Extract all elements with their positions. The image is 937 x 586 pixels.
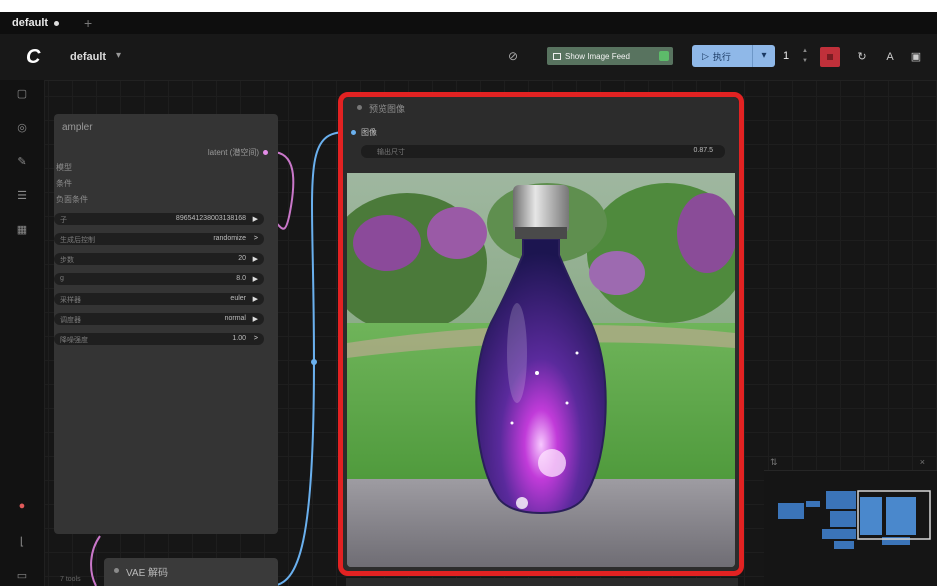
vae-link-wire — [90, 535, 101, 586]
collapse-dot-icon[interactable] — [357, 105, 362, 110]
link-icon[interactable]: ⊘ — [504, 47, 522, 65]
widget-sampler-name[interactable]: 采样器 euler ▶ — [54, 293, 264, 305]
widget-label: 输出尺寸 — [377, 149, 405, 156]
widget-control-after-generate[interactable]: 生成后控制 randomize > — [54, 233, 264, 245]
widget-label: 子 — [60, 217, 67, 224]
latent-output-slot[interactable]: latent (潜空间) — [208, 147, 268, 158]
widget-label: 调度器 — [60, 317, 81, 324]
generated-image[interactable] — [347, 173, 735, 567]
preview-image-node[interactable]: 预览图像 图像 输出尺寸 0.87.5 — [343, 97, 739, 571]
input-dot-icon — [351, 130, 356, 135]
widget-steps[interactable]: 步数 20 ▶ — [54, 253, 264, 265]
top-toolbar: C default ▾ ⊘ Show Image Feed ▷ 执行 ▾ 1 ▲… — [0, 34, 937, 81]
library-icon[interactable]: ☰ — [14, 188, 30, 204]
widget-output-size[interactable]: 输出尺寸 0.87.5 — [361, 145, 725, 158]
grid-icon[interactable]: ▦ — [14, 222, 30, 238]
queue-count-input[interactable]: 1 — [780, 48, 792, 64]
stop-icon — [827, 54, 833, 60]
add-tab-icon[interactable]: + — [84, 14, 92, 32]
chart-icon[interactable]: ⌊ — [14, 534, 30, 550]
ksampler-node[interactable]: ampler latent (潜空间) 模型 条件 负面条件 子 8965412… — [54, 114, 278, 534]
widget-value: normal — [224, 315, 246, 322]
node-title: VAE 解码 — [126, 568, 169, 579]
widget-value: 0.87.5 — [693, 147, 713, 154]
output-dot-icon — [263, 150, 268, 155]
terminal-icon[interactable]: ▭ — [14, 568, 30, 584]
widget-value: randomize — [213, 235, 246, 242]
show-image-feed-button[interactable]: Show Image Feed — [547, 47, 673, 65]
arrow-right-icon[interactable]: ▶ — [253, 275, 258, 283]
edit-icon[interactable]: ✎ — [14, 154, 30, 170]
widget-label: 采样器 — [60, 297, 81, 304]
image-input-slot[interactable]: 图像 — [351, 127, 377, 138]
node-below-edge — [346, 578, 738, 586]
unsaved-dot-icon — [54, 20, 60, 26]
widget-seed[interactable]: 子 896541238003138168 ▶ — [54, 213, 264, 225]
widget-value: 1.00 — [232, 335, 246, 342]
eye-icon[interactable]: ◎ — [14, 120, 30, 136]
input-slot-positive[interactable]: 条件 — [56, 178, 72, 189]
widget-scheduler[interactable]: 调度器 normal ▶ — [54, 313, 264, 325]
input-slot-model[interactable]: 模型 — [56, 162, 72, 173]
chevron-down-icon[interactable]: ▾ — [116, 50, 121, 61]
panel-icon[interactable]: ▣ — [906, 47, 926, 67]
widget-value: 896541238003138168 — [175, 215, 246, 222]
tab-bar: default — [0, 12, 937, 34]
arrow-right-icon[interactable]: ▶ — [253, 215, 258, 223]
widget-label: g — [60, 275, 64, 282]
top-strip — [0, 0, 937, 12]
color-wheel-icon[interactable]: ● — [14, 498, 30, 514]
feed-button-label: Show Image Feed — [565, 51, 630, 61]
input-label: 图像 — [361, 128, 377, 137]
arrow-right-icon[interactable]: > — [254, 335, 258, 342]
queue-stepper[interactable]: ▲ ▼ — [800, 46, 810, 66]
widget-value: euler — [230, 295, 246, 302]
run-options-chevron-icon[interactable]: ▾ — [752, 45, 775, 67]
widget-cfg[interactable]: g 8.0 ▶ — [54, 273, 264, 285]
tab-default[interactable]: default — [4, 14, 67, 32]
left-sidebar: ▢ ◎ ✎ ☰ ▦ ● ⌊ ▭ — [0, 80, 45, 586]
stop-button[interactable] — [820, 47, 840, 67]
tools-label: 7 tools — [60, 576, 81, 583]
run-label: 执行 — [712, 51, 731, 62]
widget-label: 降噪强度 — [60, 337, 88, 344]
play-icon: ▷ — [702, 50, 709, 61]
expand-icon[interactable]: ⇅ — [770, 457, 778, 468]
image-link-wire — [269, 131, 347, 586]
reset-icon[interactable]: ↻ — [852, 47, 872, 67]
node-title: ampler — [62, 122, 93, 133]
app-logo: C — [26, 46, 41, 68]
widget-label: 步数 — [60, 257, 74, 264]
vae-decode-node[interactable]: VAE 解码 — [104, 558, 278, 586]
tab-label: default — [12, 17, 49, 29]
node-title: 预览图像 — [369, 104, 406, 114]
arrow-right-icon[interactable]: ▶ — [253, 295, 258, 303]
arrow-right-icon[interactable]: ▶ — [253, 315, 258, 323]
link-reroute-dot — [311, 359, 317, 365]
workflow-name[interactable]: default — [70, 51, 106, 63]
input-slot-negative[interactable]: 负面条件 — [56, 194, 88, 205]
galaxy-bottle-image — [347, 173, 735, 567]
arrow-right-icon[interactable]: > — [254, 235, 258, 242]
run-button[interactable]: ▷ 执行 — [692, 45, 752, 67]
widget-value: 8.0 — [236, 275, 246, 282]
image-icon — [553, 52, 561, 60]
widget-value: 20 — [238, 255, 246, 262]
comfyui-app: default + C default ▾ ⊘ Show Image Feed … — [0, 0, 937, 586]
collapse-dot-icon[interactable] — [114, 568, 119, 573]
widget-label: 生成后控制 — [60, 237, 95, 244]
output-label: latent (潜空间) — [207, 148, 259, 157]
text-a-icon[interactable]: A — [880, 47, 900, 67]
toggle-check-icon — [659, 51, 669, 61]
arrow-right-icon[interactable]: ▶ — [253, 255, 258, 263]
minimap[interactable]: ⇅ × — [764, 457, 937, 586]
images-icon[interactable]: ▢ — [14, 86, 30, 102]
minimap-view — [778, 490, 931, 549]
close-icon[interactable]: × — [920, 457, 925, 467]
widget-denoise[interactable]: 降噪强度 1.00 > — [54, 333, 264, 345]
